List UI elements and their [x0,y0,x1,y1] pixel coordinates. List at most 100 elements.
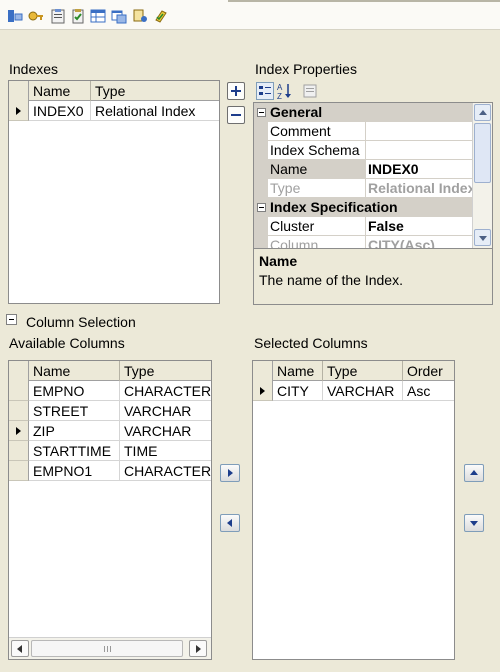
property-value[interactable] [366,122,472,141]
table-row-name[interactable]: CITY [273,381,323,401]
property-row-cluster[interactable]: Cluster False [254,217,472,236]
collapse-index-spec-icon[interactable] [257,203,266,212]
toolbar [0,0,500,30]
property-row-name[interactable]: Name INDEX0 [254,160,472,179]
arrow-left-icon [227,519,232,527]
table-row-type[interactable]: VARCHAR [120,421,211,441]
header-corner [9,81,29,101]
row-selector[interactable] [9,401,29,421]
table-row-type[interactable]: Relational Index [91,101,219,121]
remove-index-button[interactable] [227,106,245,124]
indexes-col-type[interactable]: Type [91,81,219,101]
header-corner [253,361,273,381]
scroll-right-button[interactable] [189,640,207,657]
key-icon[interactable] [28,8,44,24]
row-selector[interactable] [9,461,29,481]
arrow-down-icon [470,521,478,526]
table-row-name[interactable]: EMPNO [29,381,120,401]
table-row-type[interactable]: VARCHAR [323,381,403,401]
minus-icon [231,114,241,116]
property-row-comment[interactable]: Comment [254,122,472,141]
table-row-name[interactable]: INDEX0 [29,101,91,121]
property-value[interactable] [366,141,472,160]
property-value: Relational Index [366,180,472,198]
selected-col-order[interactable]: Order [403,361,454,381]
scroll-down-button[interactable] [474,229,491,246]
selected-header: Name Type Order [253,361,454,381]
collapse-column-selection-icon[interactable] [6,314,17,325]
table-row-order[interactable]: Asc [403,381,454,401]
current-row-arrow-icon [16,107,21,115]
table-row-name[interactable]: STREET [29,401,120,421]
plus-icon [231,86,241,96]
row-selector[interactable] [253,381,273,401]
property-grid[interactable]: General Comment Index Schema Name INDEX0… [253,102,493,249]
description-title: Name [259,253,298,269]
clipboard-check-icon[interactable] [70,8,86,24]
property-row-index-schema[interactable]: Index Schema [254,141,472,160]
header-corner [9,361,29,381]
sort-az-icon[interactable]: AZ [276,82,294,100]
selected-col-name[interactable]: Name [273,361,323,381]
property-row-column[interactable]: Column CITY(Asc) [254,236,472,248]
property-grid-scrollbar[interactable] [472,103,492,248]
remove-column-button[interactable] [220,514,240,532]
properties-icon[interactable] [132,8,148,24]
category-index-specification-label: Index Specification [270,199,398,215]
row-selector[interactable] [9,381,29,401]
available-col-type[interactable]: Type [120,361,211,381]
scroll-thumb[interactable] [474,123,491,183]
table-row-type[interactable]: CHARACTER [120,461,211,481]
scroll-thumb[interactable] [31,640,183,657]
category-index-specification[interactable]: Index Specification [254,198,472,217]
available-columns-title: Available Columns [9,335,125,351]
property-value[interactable]: INDEX0 [366,160,472,179]
check-icon[interactable] [153,8,169,24]
scroll-left-button[interactable] [11,640,29,657]
property-value: CITY(Asc) [366,236,472,248]
property-name: Index Schema [268,141,366,160]
table-row-name[interactable]: EMPNO1 [29,461,120,481]
indexes-col-name[interactable]: Name [29,81,91,101]
move-up-button[interactable] [464,464,484,482]
current-row-arrow-icon [260,387,265,395]
property-row-type[interactable]: Type Relational Index [254,179,472,198]
category-general-label: General [270,104,323,120]
clipboard-icon[interactable] [50,8,66,24]
indexes-title: Indexes [9,61,59,77]
scroll-up-button[interactable] [474,104,491,121]
available-hscrollbar[interactable] [9,637,211,659]
table-icon[interactable] [7,8,23,24]
row-selector[interactable] [9,101,29,121]
table-row-name[interactable]: ZIP [29,421,120,441]
row-selector[interactable] [9,421,29,441]
selected-col-type[interactable]: Type [323,361,403,381]
tab-edge [228,0,500,2]
column-selection-title: Column Selection [26,314,136,330]
property-name: Type [268,179,366,198]
indexes-header: Name Type [9,81,219,101]
available-columns-grid[interactable]: Name Type EMPNO CHARACTER STREET VARCHAR… [8,360,212,660]
property-name: Cluster [268,217,366,236]
categorized-icon[interactable] [256,82,274,100]
move-down-button[interactable] [464,514,484,532]
category-general[interactable]: General [254,103,472,122]
selected-columns-grid[interactable]: Name Type Order CITY VARCHAR Asc [252,360,455,660]
table-row-type[interactable]: VARCHAR [120,401,211,421]
row-selector[interactable] [9,441,29,461]
table-row-type[interactable]: TIME [120,441,211,461]
add-column-button[interactable] [220,464,240,482]
table-row-name[interactable]: STARTTIME [29,441,120,461]
window-icon[interactable] [111,8,127,24]
property-pages-icon[interactable] [301,82,319,100]
property-name: Comment [268,122,366,141]
indexes-grid[interactable]: Name Type INDEX0 Relational Index [8,80,220,304]
grid-icon[interactable] [90,8,106,24]
add-index-button[interactable] [227,82,245,100]
property-toolbar: AZ [253,80,493,102]
property-value[interactable]: False [366,217,472,236]
collapse-general-icon[interactable] [257,108,266,117]
available-col-name[interactable]: Name [29,361,120,381]
table-row-type[interactable]: CHARACTER [120,381,211,401]
arrow-up-icon [470,470,478,475]
